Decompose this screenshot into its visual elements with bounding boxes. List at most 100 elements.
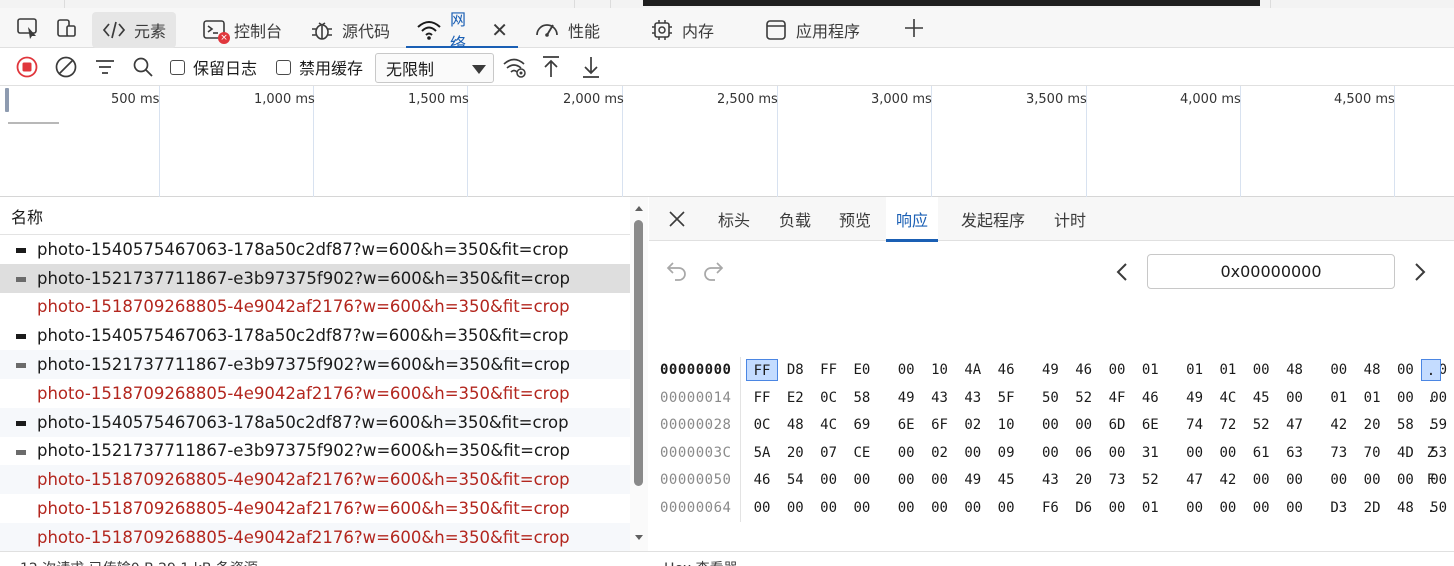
hex-byte[interactable]: FF xyxy=(813,359,845,381)
tab-console[interactable]: × 控制台 xyxy=(192,12,292,48)
network-conditions-button[interactable] xyxy=(502,48,528,86)
hex-byte[interactable]: FF xyxy=(746,387,778,409)
hex-byte[interactable]: 0C xyxy=(746,414,778,436)
export-har-button[interactable] xyxy=(580,48,602,86)
ascii-char[interactable]: Z xyxy=(1421,442,1441,464)
ascii-char[interactable]: . xyxy=(1421,359,1441,381)
tab-preview[interactable]: 预览 xyxy=(829,197,881,241)
hex-byte[interactable]: 46 xyxy=(990,359,1022,381)
hex-byte[interactable]: 6F xyxy=(924,414,956,436)
hex-byte[interactable]: 00 xyxy=(1279,387,1311,409)
hex-byte[interactable]: 00 xyxy=(890,469,922,491)
hex-byte[interactable]: 00 xyxy=(746,497,778,519)
hex-byte[interactable]: 00 xyxy=(957,497,989,519)
hex-byte[interactable]: 00 xyxy=(846,469,878,491)
hex-byte[interactable]: 43 xyxy=(957,387,989,409)
hex-byte[interactable]: 4C xyxy=(813,414,845,436)
hex-viewer[interactable]: 00000000 FF D8 FF E0 00 10 4A 46 49 46 00 01 01 01 00 48… xyxy=(649,357,1454,537)
hex-byte[interactable]: 00 xyxy=(1034,414,1066,436)
tab-performance[interactable]: 性能 xyxy=(524,12,610,48)
hex-byte[interactable]: 31 xyxy=(1134,442,1166,464)
hex-byte[interactable]: 00 xyxy=(1323,359,1355,381)
hex-byte[interactable]: 52 xyxy=(1245,414,1277,436)
hex-byte[interactable]: 01 xyxy=(1323,387,1355,409)
hex-byte[interactable]: 45 xyxy=(1245,387,1277,409)
hex-byte[interactable]: 6E xyxy=(1134,414,1166,436)
hex-byte[interactable]: 01 xyxy=(1134,359,1166,381)
ascii-char[interactable]: . xyxy=(1421,497,1441,519)
hex-byte[interactable]: 00 xyxy=(813,469,845,491)
hex-byte[interactable]: 00 xyxy=(924,497,956,519)
hex-byte[interactable]: 20 xyxy=(1068,469,1100,491)
hex-byte[interactable]: 00 xyxy=(1245,497,1277,519)
column-header-name[interactable]: 名称 xyxy=(0,197,630,235)
address-input[interactable] xyxy=(1147,254,1395,289)
request-row[interactable]: photo-1518709268805-4e9042af2176?w=600&h… xyxy=(0,465,630,495)
hex-byte[interactable]: 6E xyxy=(890,414,922,436)
hex-byte[interactable]: 50 xyxy=(1034,387,1066,409)
hex-byte[interactable]: 4F xyxy=(1101,387,1133,409)
close-details-icon[interactable] xyxy=(667,209,687,229)
hex-byte[interactable]: 00 xyxy=(1245,359,1277,381)
hex-byte[interactable]: 45 xyxy=(990,469,1022,491)
hex-byte[interactable]: 00 xyxy=(1389,359,1421,381)
hex-byte[interactable]: 00 xyxy=(1389,469,1421,491)
hex-byte[interactable]: 00 xyxy=(1034,442,1066,464)
tab-timing[interactable]: 计时 xyxy=(1044,197,1096,241)
hex-byte[interactable]: 48 xyxy=(1389,497,1421,519)
hex-byte[interactable]: 49 xyxy=(1034,359,1066,381)
hex-byte[interactable]: 42 xyxy=(1212,469,1244,491)
scroll-down-icon[interactable] xyxy=(635,535,643,540)
request-row[interactable]: photo-1521737711867-e3b97375f902?w=600&h… xyxy=(0,263,630,293)
request-row[interactable]: photo-1518709268805-4e9042af2176?w=600&h… xyxy=(0,379,630,408)
hex-byte[interactable]: 69 xyxy=(846,414,878,436)
hex-byte[interactable]: 00 xyxy=(957,442,989,464)
network-overview[interactable]: 500 ms 1,000 ms 1,500 ms 2,000 ms 2,500 … xyxy=(0,86,1454,197)
record-button[interactable] xyxy=(16,48,38,86)
scrollbar-thumb[interactable] xyxy=(634,220,643,486)
hex-byte[interactable]: 20 xyxy=(1356,414,1388,436)
hex-byte[interactable]: 00 xyxy=(1356,469,1388,491)
inspect-element-icon[interactable] xyxy=(14,14,42,42)
request-list-scrollbar[interactable] xyxy=(630,197,648,551)
hex-byte[interactable]: 00 xyxy=(1323,469,1355,491)
hex-byte[interactable]: 00 xyxy=(1179,442,1211,464)
hex-byte[interactable]: 49 xyxy=(957,469,989,491)
undo-icon[interactable] xyxy=(665,259,689,281)
hex-byte[interactable]: 00 xyxy=(846,497,878,519)
hex-byte[interactable]: 4D xyxy=(1389,442,1421,464)
hex-byte[interactable]: 07 xyxy=(813,442,845,464)
ascii-char[interactable]: . xyxy=(1421,414,1441,436)
tab-network[interactable]: 网络 ✕ xyxy=(406,10,518,53)
hex-byte[interactable]: D8 xyxy=(779,359,811,381)
hex-byte[interactable]: 58 xyxy=(846,387,878,409)
hex-byte[interactable]: CE xyxy=(846,442,878,464)
hex-byte[interactable]: 00 xyxy=(1212,442,1244,464)
redo-icon[interactable] xyxy=(701,259,725,281)
tab-headers[interactable]: 标头 xyxy=(708,197,760,241)
hex-byte[interactable]: 10 xyxy=(924,359,956,381)
disable-cache-toggle[interactable]: 禁用缓存 xyxy=(276,48,363,86)
hex-byte[interactable]: 73 xyxy=(1323,442,1355,464)
hex-byte[interactable]: 43 xyxy=(1034,469,1066,491)
hex-byte[interactable]: 47 xyxy=(1179,469,1211,491)
hex-byte[interactable]: 46 xyxy=(746,469,778,491)
hex-byte[interactable]: 61 xyxy=(1245,442,1277,464)
hex-byte[interactable]: 46 xyxy=(1134,387,1166,409)
overview-drag-handle[interactable] xyxy=(5,88,9,112)
hex-byte[interactable]: 58 xyxy=(1389,414,1421,436)
hex-byte[interactable]: 10 xyxy=(990,414,1022,436)
hex-byte[interactable]: 06 xyxy=(1068,442,1100,464)
import-har-button[interactable] xyxy=(540,48,562,86)
hex-byte[interactable]: 00 xyxy=(1245,469,1277,491)
hex-byte[interactable]: 00 xyxy=(990,497,1022,519)
tab-payload[interactable]: 负载 xyxy=(769,197,821,241)
hex-byte[interactable]: 01 xyxy=(1134,497,1166,519)
hex-byte[interactable]: 00 xyxy=(1101,442,1133,464)
hex-byte[interactable]: 5F xyxy=(990,387,1022,409)
preserve-log-toggle[interactable]: 保留日志 xyxy=(170,48,257,86)
hex-byte[interactable]: 02 xyxy=(957,414,989,436)
hex-byte[interactable]: 00 xyxy=(1279,497,1311,519)
hex-byte[interactable]: 52 xyxy=(1134,469,1166,491)
hex-byte[interactable]: E0 xyxy=(846,359,878,381)
